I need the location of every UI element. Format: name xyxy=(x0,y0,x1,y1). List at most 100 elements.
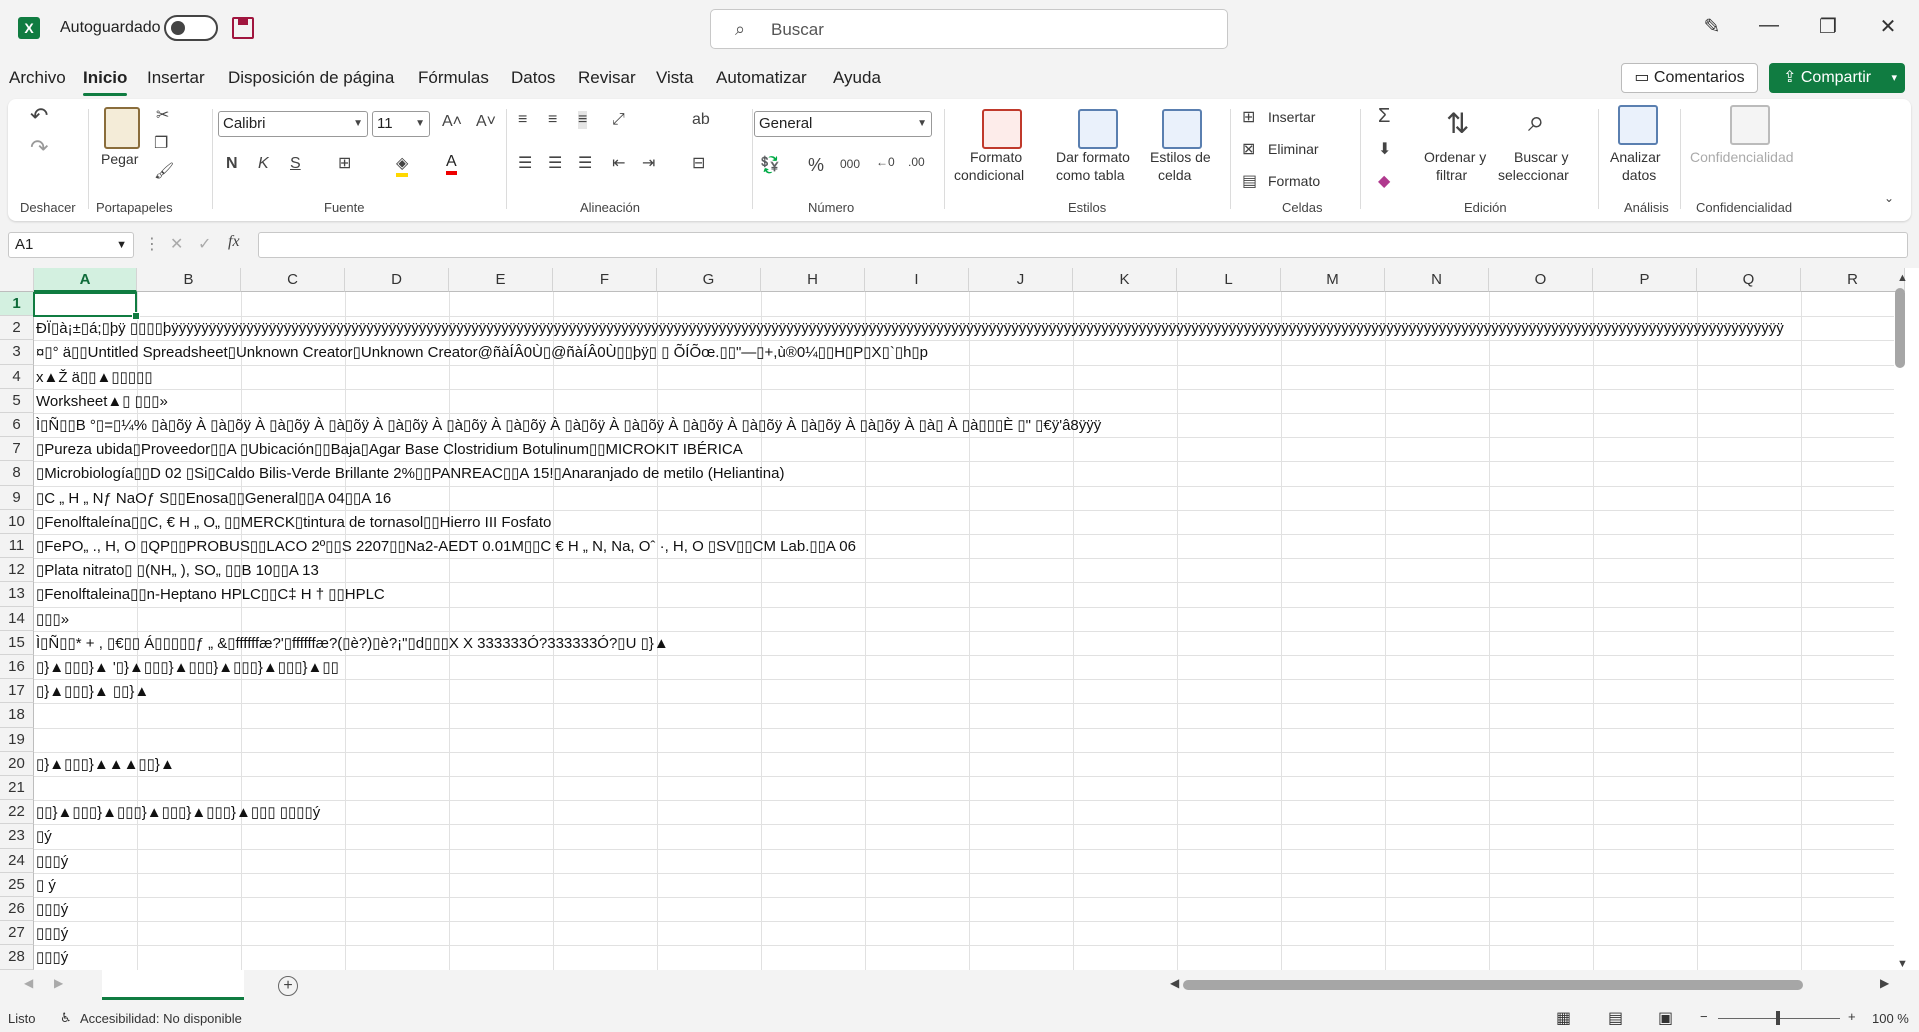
next-sheet-icon[interactable]: ▶ xyxy=(54,976,63,990)
row-header-26[interactable]: 26 xyxy=(0,897,34,922)
accessibility-status[interactable]: Accesibilidad: No disponible xyxy=(80,1011,242,1026)
autosave-toggle[interactable] xyxy=(164,15,218,41)
enter-icon[interactable]: ✓ xyxy=(198,234,211,254)
scroll-down-icon[interactable]: ▼ xyxy=(1897,958,1908,970)
column-header-d[interactable]: D xyxy=(345,268,449,292)
row-header-22[interactable]: 22 xyxy=(0,800,34,825)
paste-label[interactable]: Pegar xyxy=(101,151,138,167)
align-left-icon[interactable]: ☰ xyxy=(518,153,532,173)
insert-cells-icon[interactable]: ⊞ xyxy=(1242,107,1255,127)
cell-row-5[interactable]: Worksheet▲▯ ▯▯▯» xyxy=(36,392,1896,410)
column-header-m[interactable]: M xyxy=(1281,268,1385,292)
worksheet-grid[interactable]: ABCDEFGHIJKLMNOPQR 1 2 3 4 5 6 7 8 9 10 11 12 13 14 15… xyxy=(0,268,1919,970)
cell-row-22[interactable]: ▯▯}▲▯▯▯}▲▯▯▯}▲▯▯▯}▲▯▯▯}▲▯▯▯ ▯▯▯▯ý xyxy=(36,803,1896,821)
cell-row-12[interactable]: ▯Plata nitrato▯ ▯(NH„ ), SO„ ▯▯B 10▯▯A 1… xyxy=(36,561,1896,579)
cut-icon[interactable]: ✂ xyxy=(156,105,169,125)
row-header-14[interactable]: 14 xyxy=(0,606,34,631)
fill-color-icon[interactable]: ◈ xyxy=(396,153,409,177)
menu-disposicion[interactable]: Disposición de página xyxy=(228,68,394,88)
row-header-4[interactable]: 4 xyxy=(0,364,34,389)
thousands-icon[interactable]: 000 xyxy=(840,157,860,171)
add-sheet-icon[interactable]: + xyxy=(278,976,298,996)
find-select-icon[interactable]: ⌕ xyxy=(1528,105,1545,139)
copy-icon[interactable]: ❐ xyxy=(154,133,168,153)
confidential-label[interactable]: Confidencialidad xyxy=(1690,149,1794,165)
underline-icon[interactable]: S xyxy=(290,155,301,173)
column-header-a[interactable]: A xyxy=(34,268,137,292)
cell-row-26[interactable]: ▯▯▯ý xyxy=(36,900,1896,918)
cell-row-20[interactable]: ▯}▲▯▯▯}▲▲▲▯▯}▲ xyxy=(36,755,1896,773)
row-header-11[interactable]: 11 xyxy=(0,534,34,559)
autosum-icon[interactable]: Σ xyxy=(1378,105,1390,128)
row-header-8[interactable]: 8 xyxy=(0,461,34,486)
menu-revisar[interactable]: Revisar xyxy=(578,68,636,88)
cond-format-label-1[interactable]: Formato xyxy=(970,149,1022,165)
insert-cells-label[interactable]: Insertar xyxy=(1268,109,1315,125)
row-header-24[interactable]: 24 xyxy=(0,848,34,873)
scroll-left-icon[interactable]: ◀ xyxy=(1170,976,1179,990)
row-header-21[interactable]: 21 xyxy=(0,776,34,801)
column-header-k[interactable]: K xyxy=(1073,268,1177,292)
decrease-indent-icon[interactable]: ⇤ xyxy=(612,153,625,173)
font-color-icon[interactable]: A xyxy=(446,153,457,175)
align-top-icon[interactable]: ≡ xyxy=(518,111,527,129)
menu-ayuda[interactable]: Ayuda xyxy=(833,68,881,88)
sort-label-1[interactable]: Ordenar y xyxy=(1424,149,1486,165)
column-header-f[interactable]: F xyxy=(553,268,657,292)
row-header-23[interactable]: 23 xyxy=(0,824,34,849)
save-icon[interactable] xyxy=(232,17,254,39)
align-center-icon[interactable]: ☰ xyxy=(548,153,562,173)
cell-row-23[interactable]: ▯ý xyxy=(36,827,1896,845)
row-header-18[interactable]: 18 xyxy=(0,703,34,728)
menu-archivo[interactable]: Archivo xyxy=(9,68,66,88)
borders-icon[interactable]: ⊞ xyxy=(338,153,351,173)
name-box[interactable]: A1 ▼ xyxy=(8,232,134,258)
page-break-icon[interactable]: ▣ xyxy=(1658,1008,1673,1028)
active-cell[interactable] xyxy=(33,292,140,320)
analyze-data-icon[interactable] xyxy=(1618,105,1658,145)
row-header-1[interactable]: 1 xyxy=(0,292,34,317)
align-right-icon[interactable]: ☰ xyxy=(578,153,592,173)
collapse-ribbon-icon[interactable]: ⌄ xyxy=(1884,191,1894,205)
table-format-label-1[interactable]: Dar formato xyxy=(1056,149,1130,165)
zoom-level[interactable]: 100 % xyxy=(1872,1011,1909,1026)
cell-row-25[interactable]: ▯ ý xyxy=(36,876,1896,894)
cell-row-10[interactable]: ▯Fenolftaleína▯▯C, € H „ O„ ▯▯MERCK▯tint… xyxy=(36,513,1896,531)
format-cells-icon[interactable]: ▤ xyxy=(1242,171,1257,191)
row-header-25[interactable]: 25 xyxy=(0,872,34,897)
zoom-in-icon[interactable]: + xyxy=(1848,1009,1856,1024)
insert-function-icon[interactable]: fx xyxy=(228,233,240,251)
close-button[interactable]: ✕ xyxy=(1873,14,1903,39)
column-header-h[interactable]: H xyxy=(761,268,865,292)
menu-automatizar[interactable]: Automatizar xyxy=(716,68,807,88)
row-header-7[interactable]: 7 xyxy=(0,437,34,462)
scroll-right-icon[interactable]: ▶ xyxy=(1880,976,1889,990)
clear-icon[interactable]: ◆ xyxy=(1378,171,1390,191)
sheet-tab[interactable] xyxy=(102,970,244,1000)
row-header-20[interactable]: 20 xyxy=(0,751,34,776)
row-header-6[interactable]: 6 xyxy=(0,413,34,438)
zoom-thumb[interactable] xyxy=(1776,1011,1780,1025)
redo-icon[interactable]: ↷ xyxy=(30,135,48,161)
find-label-2[interactable]: seleccionar xyxy=(1498,167,1569,183)
cancel-icon[interactable]: ✕ xyxy=(170,234,183,254)
row-header-13[interactable]: 13 xyxy=(0,582,34,607)
merge-center-icon[interactable]: ⊟ xyxy=(692,153,705,173)
cell-row-7[interactable]: ▯Pureza ubida▯Proveedor▯▯A ▯Ubicación▯▯B… xyxy=(36,440,1896,458)
share-button[interactable]: ⇪ Compartir ▾ xyxy=(1769,63,1905,93)
delete-cells-label[interactable]: Eliminar xyxy=(1268,141,1319,157)
increase-decimal-icon[interactable]: ←0 xyxy=(876,155,895,169)
row-header-2[interactable]: 2 xyxy=(0,316,34,341)
cell-row-13[interactable]: ▯Fenolftaleina▯▯n-Heptano HPLC▯▯C‡ H † ▯… xyxy=(36,585,1896,603)
undo-icon[interactable]: ↶ xyxy=(30,103,48,129)
decrease-decimal-icon[interactable]: .00 xyxy=(908,155,925,169)
cell-row-6[interactable]: Ì▯Ñ▯▯B °▯=▯¼% ▯à▯õÿ À ▯à▯õÿ À ▯à▯õÿ À ▯à… xyxy=(36,416,1896,434)
row-header-12[interactable]: 12 xyxy=(0,558,34,583)
increase-font-icon[interactable]: A˄ xyxy=(442,113,462,131)
increase-indent-icon[interactable]: ⇥ xyxy=(642,153,655,173)
decrease-font-icon[interactable]: A˅ xyxy=(476,113,496,131)
font-name-select[interactable]: Calibri ▼ xyxy=(218,111,368,137)
row-header-3[interactable]: 3 xyxy=(0,340,34,365)
format-painter-icon[interactable]: 🖌 xyxy=(154,161,174,181)
fill-icon[interactable]: ⬇ xyxy=(1378,139,1391,159)
